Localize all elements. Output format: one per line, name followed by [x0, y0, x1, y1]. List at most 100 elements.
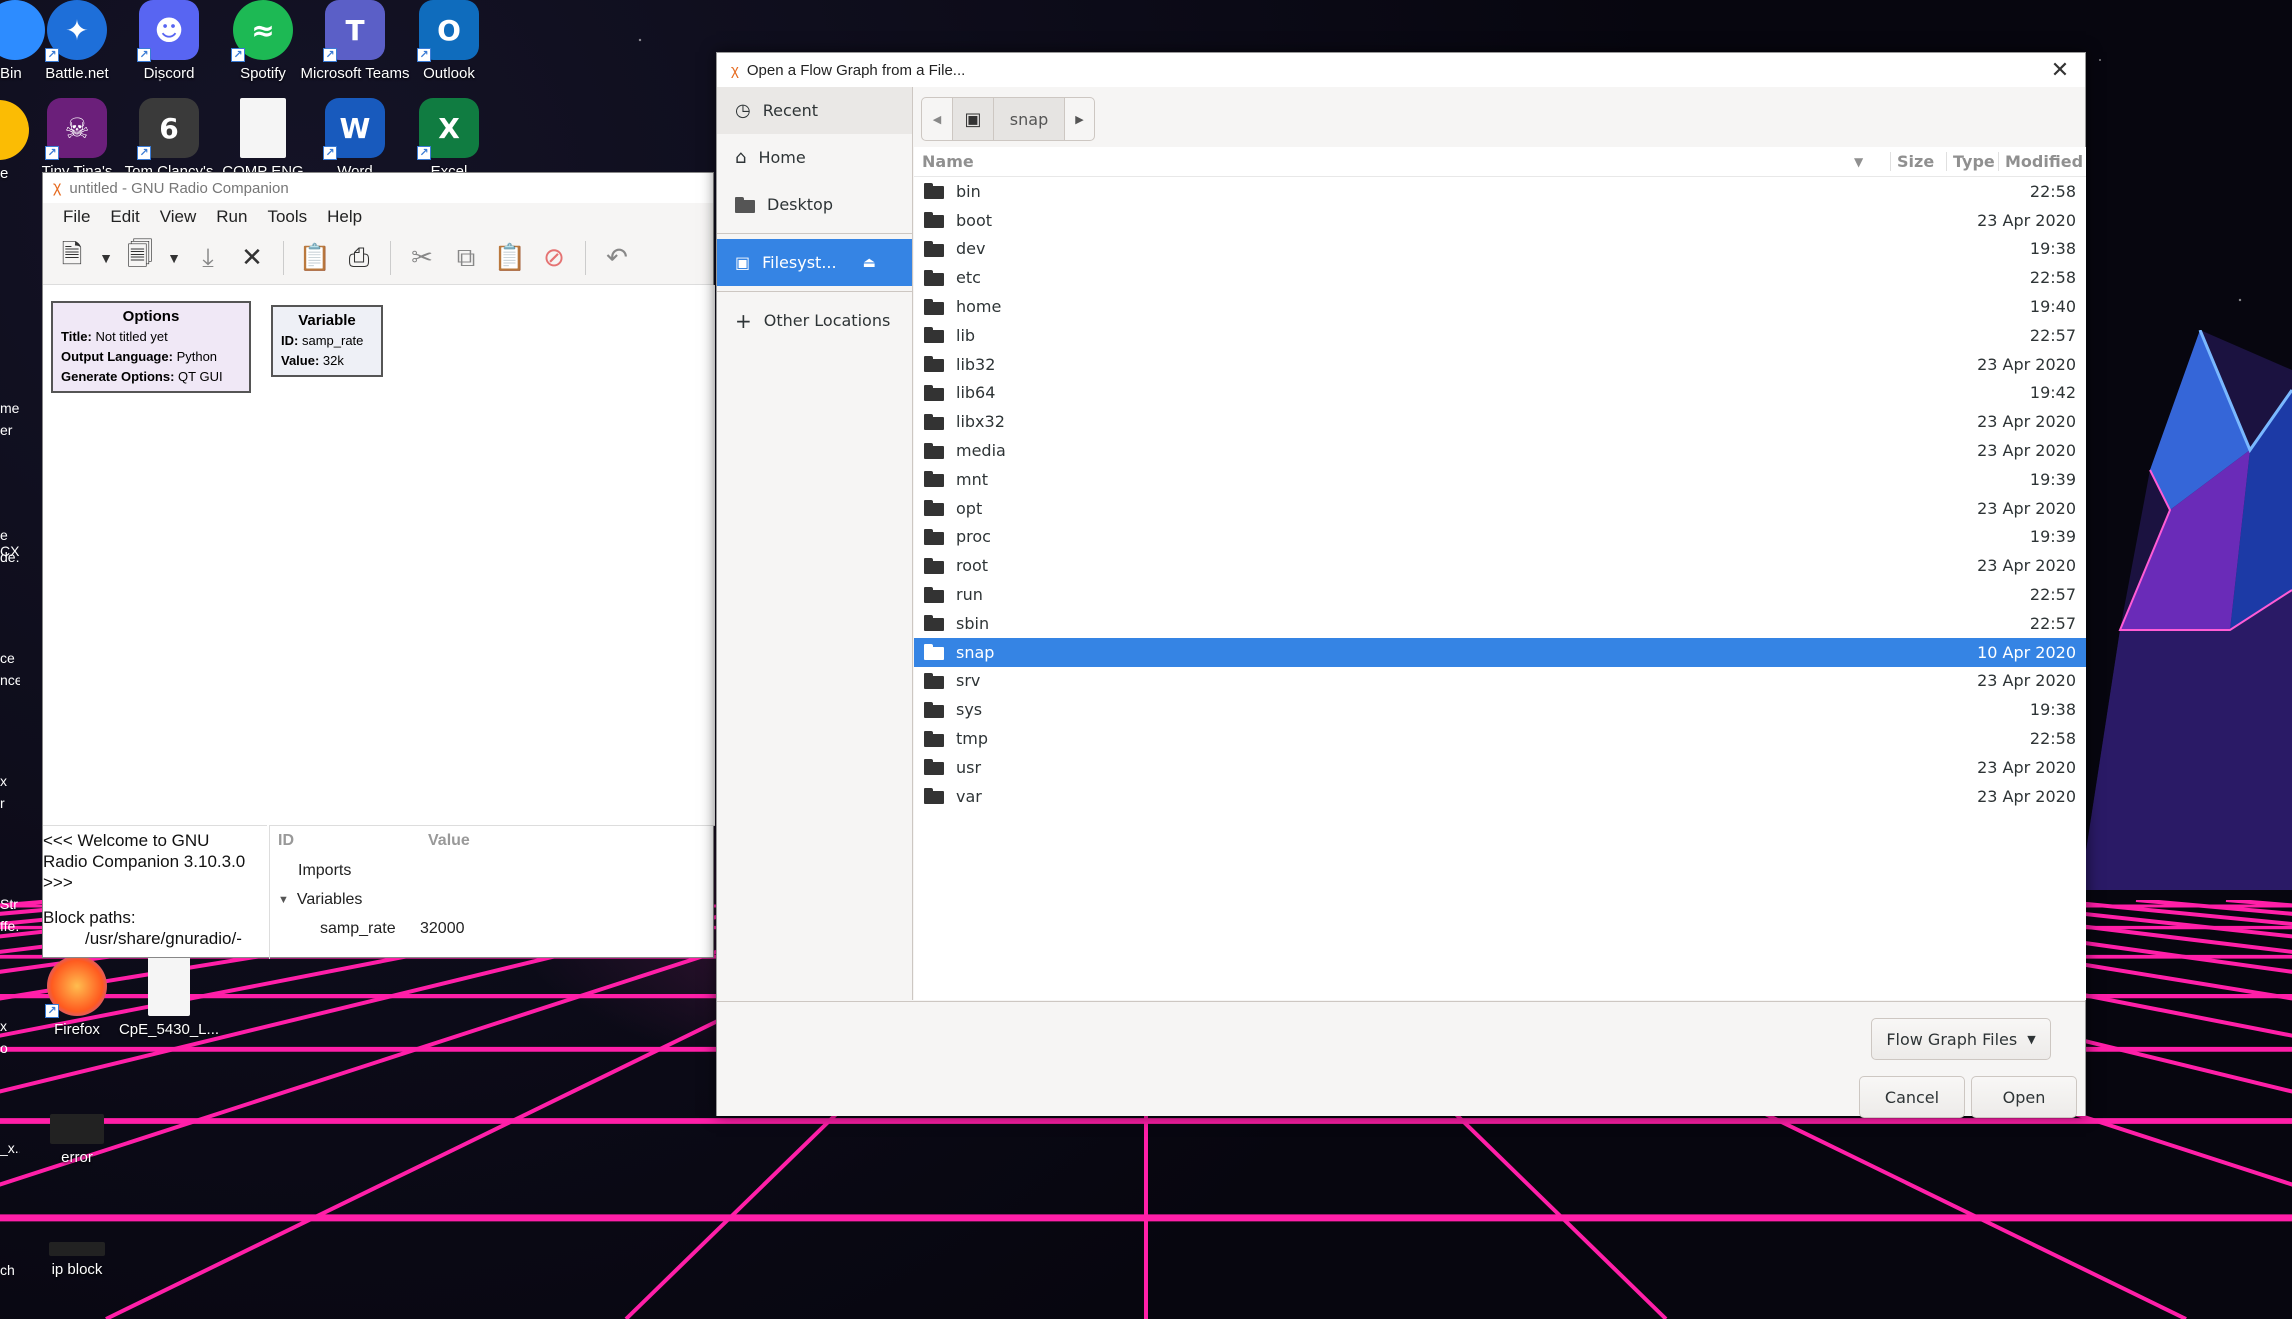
path-snap-button[interactable]: snap — [994, 98, 1064, 140]
undo-icon[interactable]: ↶ — [598, 239, 636, 277]
file-modified: 23 Apr 2020 — [1977, 210, 2076, 230]
new-file-icon[interactable]: 🗎 — [53, 239, 91, 277]
menu-edit[interactable]: Edit — [100, 207, 149, 227]
file-modified: 19:39 — [2029, 527, 2076, 547]
console-line: /usr/share/gnuradio/- — [85, 929, 242, 948]
delete-icon[interactable]: ⊘ — [535, 239, 573, 277]
sidebar-item-desktop[interactable]: Desktop — [717, 181, 912, 228]
col-name-header[interactable]: Name — [914, 152, 1854, 171]
excel-shortcut[interactable]: X↗ Excel — [394, 98, 504, 181]
variables-row[interactable]: ▼ Variables — [270, 885, 715, 914]
file-row[interactable]: bin 22:58 — [914, 177, 2086, 206]
file-row[interactable]: boot 23 Apr 2020 — [914, 206, 2086, 235]
console-line: Block paths: — [43, 908, 136, 927]
open-dropdown-icon[interactable]: ▼ — [165, 239, 183, 277]
error-image-shortcut[interactable]: error — [22, 1100, 132, 1167]
path-bar: ◀ ▣ snap ▶ — [921, 97, 1095, 141]
home-icon: ⌂ — [735, 147, 747, 168]
sidebar-item-other-locations[interactable]: + Other Locations — [717, 297, 912, 344]
path-right-arrow-icon[interactable]: ▶ — [1064, 98, 1094, 140]
file-name-cell: lib64 — [914, 383, 1974, 402]
file-row[interactable]: home 19:40 — [914, 292, 2086, 321]
file-row[interactable]: lib64 19:42 — [914, 379, 2086, 408]
path-left-arrow-icon[interactable]: ◀ — [922, 98, 952, 140]
file-row[interactable]: media 23 Apr 2020 — [914, 436, 2086, 465]
mountain-artwork — [2080, 330, 2292, 890]
file-row[interactable]: libx32 23 Apr 2020 — [914, 407, 2086, 436]
col-id-header[interactable]: ID — [278, 832, 428, 850]
col-value-header[interactable]: Value — [428, 832, 470, 850]
options-title-line: Title: Not titled yet — [61, 329, 168, 344]
print-icon[interactable]: ⎙ — [340, 239, 378, 277]
sidebar-item-recent[interactable]: ◷ Recent — [717, 87, 912, 134]
grc-titlebar[interactable]: χ untitled - GNU Radio Companion — [43, 173, 713, 203]
copy-icon[interactable]: ⧉ — [447, 239, 485, 277]
folder-icon — [924, 644, 944, 661]
close-icon[interactable]: ✕ — [233, 239, 271, 277]
sidebar-item-filesystem[interactable]: ▣ Filesyst... ⏏ — [717, 239, 912, 286]
file-name-cell: libx32 — [914, 412, 1974, 431]
file-name: dev — [956, 239, 986, 259]
flowgraph-canvas[interactable]: Options Title: Not titled yet Output Lan… — [43, 285, 715, 825]
menu-run[interactable]: Run — [206, 207, 257, 227]
cancel-button[interactable]: Cancel — [1859, 1076, 1965, 1118]
folder-icon — [924, 528, 944, 545]
samp-rate-row[interactable]: samp_rate 32000 — [270, 914, 715, 943]
file-row[interactable]: var 23 Apr 2020 — [914, 782, 2086, 811]
file-modified: 23 Apr 2020 — [1977, 786, 2076, 806]
variable-block[interactable]: Variable ID: samp_rate Value: 32k — [271, 305, 383, 377]
file-name: sys — [956, 700, 983, 720]
file-row[interactable]: dev 19:38 — [914, 235, 2086, 264]
expander-icon[interactable]: ▼ — [278, 894, 289, 906]
folder-icon — [924, 183, 944, 200]
clipboard-icon[interactable]: 📋 — [296, 239, 334, 277]
menu-file[interactable]: File — [53, 207, 100, 227]
spotify-icon: ≈ ↗ — [231, 0, 293, 62]
options-block[interactable]: Options Title: Not titled yet Output Lan… — [51, 301, 251, 393]
file-row[interactable]: usr 23 Apr 2020 — [914, 753, 2086, 782]
file-row[interactable]: root 23 Apr 2020 — [914, 551, 2086, 580]
file-row[interactable]: etc 22:58 — [914, 263, 2086, 292]
col-size-header[interactable]: Size — [1890, 152, 1946, 171]
file-filter-dropdown[interactable]: Flow Graph Files ▼ — [1871, 1018, 2051, 1060]
file-row[interactable]: srv 23 Apr 2020 — [914, 667, 2086, 696]
cut-icon[interactable]: ✂ — [403, 239, 441, 277]
menu-view[interactable]: View — [150, 207, 207, 227]
folder-icon — [924, 384, 944, 401]
dialog-action-area: Flow Graph Files ▼ Cancel Open — [717, 1001, 2085, 1118]
file-row[interactable]: proc 19:39 — [914, 523, 2086, 552]
outlook-shortcut[interactable]: O ↗ Outlook — [394, 0, 504, 83]
sort-down-icon[interactable]: ▼ — [1854, 155, 1890, 169]
file-row[interactable]: run 22:57 — [914, 580, 2086, 609]
file-row[interactable]: opt 23 Apr 2020 — [914, 494, 2086, 523]
col-modified-header[interactable]: Modified — [1998, 152, 2084, 171]
save-icon[interactable]: ⤓ — [189, 239, 227, 277]
file-row[interactable]: sbin 22:57 — [914, 609, 2086, 638]
new-dropdown-icon[interactable]: ▼ — [97, 239, 115, 277]
ip-block-image-shortcut[interactable]: ip block — [22, 1222, 132, 1279]
path-root-button[interactable]: ▣ — [952, 98, 994, 140]
eject-icon[interactable]: ⏏ — [863, 255, 876, 271]
file-row[interactable]: snap 10 Apr 2020 — [914, 637, 2086, 667]
file-row[interactable]: lib 22:57 — [914, 321, 2086, 350]
chevron-down-icon: ▼ — [2027, 1032, 2036, 1046]
open-file-icon[interactable]: 🗐 — [121, 239, 159, 277]
col-type-header[interactable]: Type — [1946, 152, 1998, 171]
imports-row[interactable]: Imports — [270, 856, 715, 885]
cpe-file-shortcut[interactable]: CpE_5430_L... — [114, 956, 224, 1039]
console-output[interactable]: <<< Welcome to GNU Radio Companion 3.10.… — [43, 825, 267, 959]
plus-icon: + — [735, 308, 752, 333]
variable-block-title: Variable — [298, 312, 356, 329]
file-row[interactable]: sys 19:38 — [914, 695, 2086, 724]
file-row[interactable]: lib32 23 Apr 2020 — [914, 350, 2086, 379]
close-icon[interactable]: ✕ — [2047, 57, 2073, 83]
dialog-titlebar[interactable]: χ Open a Flow Graph from a File... ✕ — [717, 53, 2085, 87]
file-row[interactable]: mnt 19:39 — [914, 465, 2086, 494]
sidebar-item-home[interactable]: ⌂ Home — [717, 134, 912, 181]
clock-icon: ◷ — [735, 100, 751, 121]
menu-help[interactable]: Help — [317, 207, 372, 227]
file-row[interactable]: tmp 22:58 — [914, 724, 2086, 753]
menu-tools[interactable]: Tools — [257, 207, 317, 227]
paste-icon[interactable]: 📋 — [491, 239, 529, 277]
open-button[interactable]: Open — [1971, 1076, 2077, 1118]
